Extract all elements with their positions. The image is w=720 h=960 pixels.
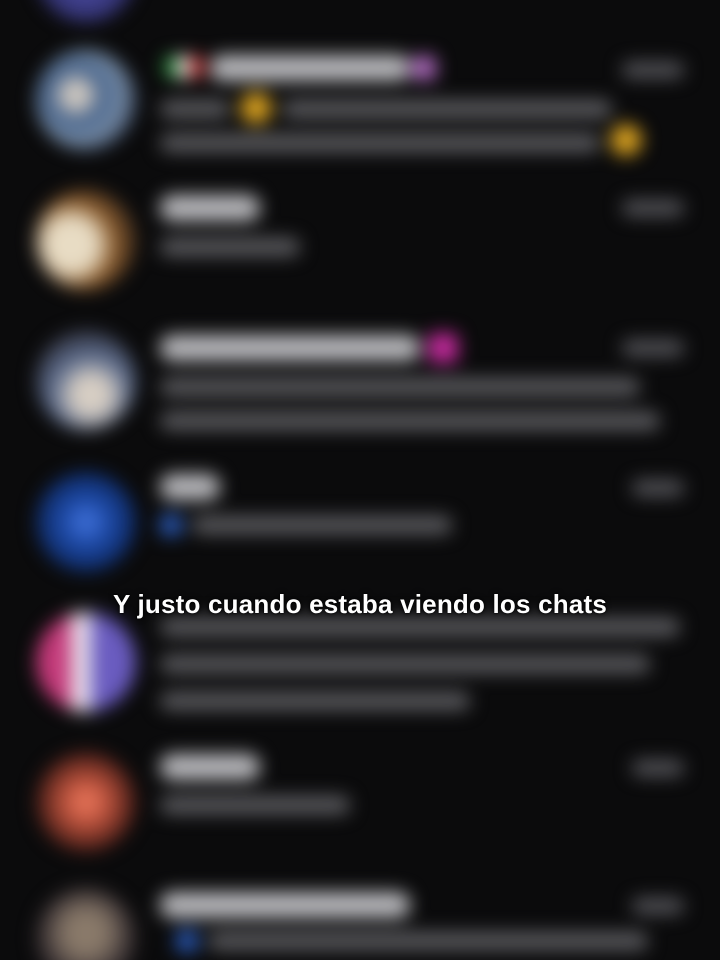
grinning-face-icon [240,92,272,124]
message-preview [282,100,612,118]
message-preview [160,100,230,118]
avatar[interactable] [36,472,136,572]
chat-name [160,474,220,500]
avatar[interactable] [36,50,136,150]
message-preview [160,134,600,152]
chat-list-screen: Y justo cuando estaba viendo los chats [0,0,720,960]
timestamp [632,898,684,914]
blurred-chat-list [0,0,720,960]
grinning-face-icon [610,124,642,156]
flag-icon [164,56,204,78]
avatar[interactable] [36,190,136,290]
timestamp [622,200,684,216]
timestamp [622,62,684,78]
chat-name [210,55,410,81]
chat-name [160,335,420,361]
message-preview [160,796,350,814]
avatar[interactable] [36,612,136,712]
chat-name [160,892,410,918]
message-preview [160,378,640,396]
check-icon [160,514,182,536]
chat-name [160,195,260,221]
heart-icon [428,333,458,363]
message-preview [192,516,452,534]
message-preview [160,238,300,256]
avatar[interactable] [36,888,136,960]
message-preview [160,655,650,673]
timestamp [632,480,684,496]
message-preview [160,692,470,710]
avatar[interactable] [36,752,136,852]
message-preview [208,932,648,950]
message-preview [160,412,660,430]
timestamp [622,340,684,356]
badge-icon [412,56,436,80]
check-icon [176,930,198,952]
timestamp [632,760,684,776]
avatar[interactable] [36,330,136,430]
avatar[interactable] [36,0,136,22]
chat-name [160,754,260,780]
video-caption: Y justo cuando estaba viendo los chats [112,589,608,619]
